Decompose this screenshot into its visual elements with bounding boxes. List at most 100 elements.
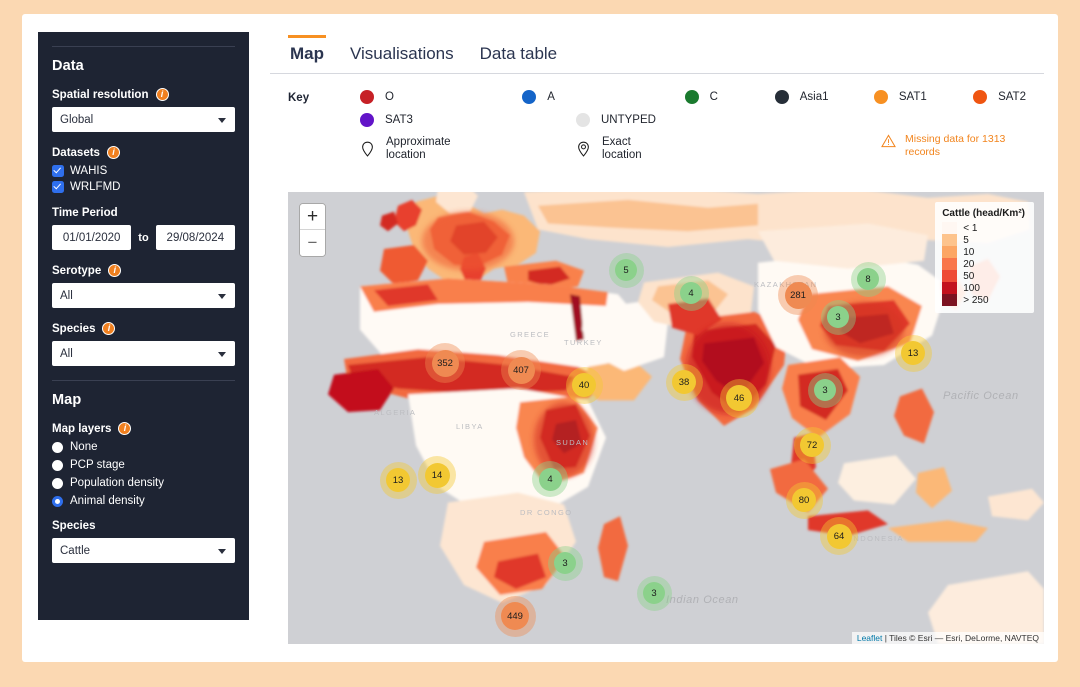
serotype-dot-icon xyxy=(774,90,789,104)
main-panel: Map Visualisations Data table Key O A C … xyxy=(270,32,1044,644)
dataset-checkbox-wahis[interactable]: WAHIS xyxy=(52,165,235,177)
cluster-marker-count: 72 xyxy=(806,439,818,451)
zoom-in-button[interactable]: + xyxy=(300,204,325,230)
cluster-marker[interactable]: 64 xyxy=(826,523,852,549)
serotype-label-row: Serotype i xyxy=(52,264,235,277)
key-label: SAT1 xyxy=(898,91,927,103)
cluster-marker[interactable]: 407 xyxy=(507,356,535,384)
cluster-marker[interactable]: 4 xyxy=(680,282,702,304)
cluster-marker[interactable]: 72 xyxy=(800,433,824,457)
key-row-3: Approximate location Exact location Miss… xyxy=(360,133,1026,162)
cluster-marker[interactable]: 80 xyxy=(792,488,816,512)
zoom-controls[interactable]: + − xyxy=(299,203,326,257)
checkbox-icon[interactable] xyxy=(52,181,64,193)
date-to-input[interactable]: 29/08/2024 xyxy=(155,225,235,250)
map-layer-option-pcp-stage[interactable]: PCP stage xyxy=(52,459,235,471)
cluster-marker-count: 3 xyxy=(822,384,828,396)
legend-entry: < 1 xyxy=(942,222,1025,234)
info-icon[interactable]: i xyxy=(118,422,132,435)
cluster-marker[interactable]: 3 xyxy=(814,379,836,401)
cluster-marker[interactable]: 3 xyxy=(827,306,849,328)
cluster-marker-count: 3 xyxy=(562,557,568,569)
key-item-exact-location[interactable]: Exact location xyxy=(576,136,881,162)
radio-icon[interactable] xyxy=(52,477,63,489)
cluster-marker[interactable]: 3 xyxy=(554,552,576,574)
spatial-resolution-select[interactable]: Global xyxy=(52,107,235,132)
key-item-sat2[interactable]: SAT2 xyxy=(973,90,1026,104)
map-species-label: Species xyxy=(52,520,96,532)
key-item-o[interactable]: O xyxy=(360,90,522,104)
info-icon[interactable]: i xyxy=(102,322,116,335)
tab-map[interactable]: Map xyxy=(288,35,326,73)
legend-entry: 20 xyxy=(942,258,1025,270)
time-period-label-row: Time Period xyxy=(52,207,235,219)
legend-entry: > 250 xyxy=(942,294,1025,306)
key-item-untyped[interactable]: UNTYPED xyxy=(576,113,656,127)
map-tiles xyxy=(288,192,1044,644)
zoom-out-button[interactable]: − xyxy=(300,230,325,256)
cluster-marker-count: 40 xyxy=(578,379,590,391)
cluster-marker[interactable]: 4 xyxy=(538,467,562,491)
tab-visualisations[interactable]: Visualisations xyxy=(348,40,456,73)
info-icon[interactable]: i xyxy=(155,88,169,101)
key-item-asia1[interactable]: Asia1 xyxy=(774,90,874,104)
attribution-link[interactable]: Leaflet xyxy=(857,633,883,643)
map-layer-label: Population density xyxy=(70,477,164,489)
cluster-marker-count: 407 xyxy=(513,364,529,376)
map-layer-option-none[interactable]: None xyxy=(52,441,235,453)
tab-data-table[interactable]: Data table xyxy=(478,40,560,73)
cluster-marker[interactable]: 38 xyxy=(672,370,696,394)
species-label: Species xyxy=(52,322,96,335)
warning-line2: records xyxy=(905,145,941,158)
species-select[interactable]: All xyxy=(52,341,235,366)
key-item-sat1[interactable]: SAT1 xyxy=(873,90,973,104)
cluster-marker[interactable]: 40 xyxy=(572,373,596,397)
legend-entry: 10 xyxy=(942,246,1025,258)
cluster-marker[interactable]: 13 xyxy=(386,468,410,492)
key-row-2: SAT3 UNTYPED xyxy=(360,113,1026,127)
key-item-sat3[interactable]: SAT3 xyxy=(360,113,576,127)
serotype-select[interactable]: All xyxy=(52,283,235,308)
cluster-marker-count: 4 xyxy=(688,287,694,299)
cluster-marker[interactable]: 13 xyxy=(901,341,925,365)
map-layer-option-animal-density[interactable]: Animal density xyxy=(52,495,235,507)
warning-line1: Missing data for 1313 xyxy=(905,133,1006,145)
cluster-marker[interactable]: 46 xyxy=(726,385,752,411)
cluster-marker-count: 46 xyxy=(733,392,745,404)
cluster-marker[interactable]: 14 xyxy=(424,462,450,488)
legend-swatch xyxy=(942,282,958,294)
attribution-text: | Tiles © Esri — Esri, DeLorme, NAVTEQ xyxy=(882,633,1039,643)
key-label: C xyxy=(709,91,718,103)
radio-icon[interactable] xyxy=(52,459,63,471)
key-item-approximate-location[interactable]: Approximate location xyxy=(360,136,576,162)
legend-swatch xyxy=(942,294,958,306)
map-layer-option-population-density[interactable]: Population density xyxy=(52,477,235,489)
chevron-down-icon xyxy=(218,548,226,554)
info-icon[interactable]: i xyxy=(106,146,120,159)
warning-triangle-icon xyxy=(881,134,896,148)
map-species-select[interactable]: Cattle xyxy=(52,538,235,563)
checkbox-icon[interactable] xyxy=(52,165,64,177)
cluster-marker[interactable]: 352 xyxy=(431,349,459,377)
chevron-down-icon xyxy=(218,117,226,123)
leaflet-map[interactable]: + − Cattle (head/Km²) < 1 5 10 20 50 100… xyxy=(288,192,1044,644)
radio-icon[interactable] xyxy=(52,441,63,453)
info-icon[interactable]: i xyxy=(108,264,122,277)
cluster-marker[interactable]: 5 xyxy=(615,259,637,281)
radio-icon-selected[interactable] xyxy=(52,495,63,507)
serotype-dot-icon xyxy=(360,90,374,104)
key-label: SAT2 xyxy=(998,91,1026,103)
cluster-marker-count: 64 xyxy=(833,530,845,542)
cluster-marker[interactable]: 449 xyxy=(501,602,529,630)
warning-text: Missing data for 1313 records xyxy=(905,133,1005,158)
cluster-marker-count: 13 xyxy=(907,347,919,359)
cluster-marker[interactable]: 3 xyxy=(643,582,665,604)
key-item-c[interactable]: C xyxy=(684,90,775,104)
dataset-checkbox-wrlfmd[interactable]: WRLFMD xyxy=(52,181,235,193)
legend-swatch xyxy=(942,258,958,270)
cluster-marker[interactable]: 281 xyxy=(784,281,812,309)
date-from-input[interactable]: 01/01/2020 xyxy=(52,225,132,250)
density-legend: Cattle (head/Km²) < 1 5 10 20 50 100 > 2… xyxy=(935,202,1034,313)
key-item-a[interactable]: A xyxy=(522,90,684,104)
cluster-marker[interactable]: 8 xyxy=(857,268,879,290)
